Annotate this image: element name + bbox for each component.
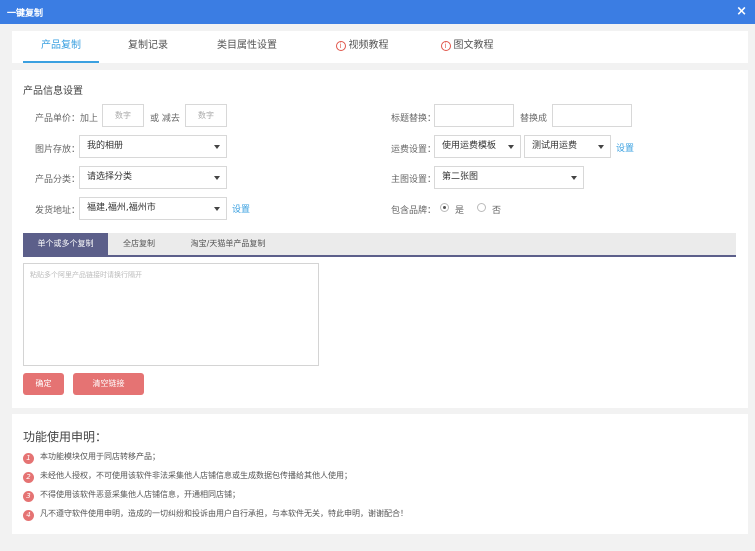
- notice-item: 2 未经他人授权，不可使用该软件非法采集他人店铺信息或生成数据包传播给其他人使用；: [23, 470, 352, 483]
- price-label: 产品单价：加上: [35, 114, 99, 124]
- brand-yes-label: 是: [455, 206, 465, 216]
- price-add-input[interactable]: 数字: [102, 104, 144, 127]
- number-badge-icon: 4: [23, 510, 34, 521]
- section-title: 产品信息设置: [23, 86, 83, 97]
- chevron-down-icon: [598, 145, 604, 149]
- main-tabs: 产品复制 复制记录 类目属性设置 i 视频教程 i 图文教程: [12, 31, 748, 63]
- tab-text-tutorial[interactable]: i 图文教程: [427, 31, 507, 63]
- notice-item: 4 凡不遵守软件使用申明，造成的一切纠纷和投诉由用户自行承担，与本软件无关，特此申…: [23, 508, 408, 521]
- title-replace-with-label: 替换成: [520, 114, 548, 124]
- title-replace-label: 标题替换：: [391, 114, 437, 124]
- freight-label: 运费设置：: [391, 145, 437, 155]
- title-replace-to-input[interactable]: [552, 104, 632, 127]
- chevron-down-icon: [508, 145, 514, 149]
- close-icon[interactable]: ×: [736, 4, 747, 19]
- image-store-select[interactable]: 我的相册: [79, 135, 227, 158]
- notice-item: 3 不得使用该软件恶意采集他人店铺信息，开通相同店铺；: [23, 489, 240, 502]
- include-brand-label: 包含品牌：: [391, 206, 437, 216]
- number-badge-icon: 3: [23, 491, 34, 502]
- info-icon: i: [440, 41, 451, 51]
- chevron-down-icon: [214, 145, 220, 149]
- ship-address-settings-link[interactable]: 设置: [232, 202, 250, 215]
- clear-links-button[interactable]: 清空链接: [73, 373, 144, 395]
- tab-taobao-tmall-copy[interactable]: 淘宝/天猫单产品复制: [173, 233, 283, 255]
- chevron-down-icon: [214, 176, 220, 180]
- category-label: 产品分类：: [35, 175, 81, 185]
- price-minus-input[interactable]: 数字: [185, 104, 227, 127]
- window-title: 一键复制: [7, 9, 44, 19]
- ship-address-label: 发货地址：: [35, 206, 81, 216]
- number-badge-icon: 2: [23, 472, 34, 483]
- freight-settings-link[interactable]: 设置: [616, 141, 634, 154]
- chevron-down-icon: [571, 176, 577, 180]
- tab-single-multi-copy[interactable]: 单个或多个复制: [23, 233, 108, 255]
- copy-mode-tabs: 单个或多个复制 全店复制 淘宝/天猫单产品复制: [23, 233, 736, 257]
- notice-item: 1 本功能模块仅用于同店转移产品；: [23, 451, 160, 464]
- image-store-label: 图片存放：: [35, 145, 81, 155]
- freight-template-select[interactable]: 使用运费模板: [434, 135, 521, 158]
- tab-copy-records[interactable]: 复制记录: [110, 31, 186, 63]
- tab-product-copy[interactable]: 产品复制: [23, 31, 99, 63]
- info-icon: i: [335, 41, 346, 51]
- ship-address-select[interactable]: 福建,福州,福州市: [79, 197, 227, 220]
- price-or-minus-label: 或 减去: [150, 114, 180, 124]
- product-links-textarea[interactable]: 粘贴多个阿里产品链接时请换行隔开: [23, 263, 319, 366]
- usage-notice-panel: 功能使用申明： 1 本功能模块仅用于同店转移产品； 2 未经他人授权，不可使用该软件…: [12, 414, 748, 534]
- chevron-down-icon: [214, 207, 220, 211]
- freight-value-select[interactable]: 测试用运费: [524, 135, 611, 158]
- category-select[interactable]: 请选择分类: [79, 166, 227, 189]
- number-badge-icon: 1: [23, 453, 34, 464]
- main-image-label: 主图设置：: [391, 175, 437, 185]
- product-settings-panel: 产品信息设置 产品单价：加上 数字 或 减去 数字 图片存放： 我的相册 产品分…: [12, 70, 748, 408]
- brand-yes-radio[interactable]: [440, 203, 449, 212]
- brand-no-label: 否: [492, 206, 502, 216]
- title-replace-from-input[interactable]: [434, 104, 514, 127]
- confirm-button[interactable]: 确定: [23, 373, 64, 395]
- main-image-select[interactable]: 第二张图: [434, 166, 584, 189]
- notice-title: 功能使用申明：: [23, 430, 108, 444]
- tab-whole-store-copy[interactable]: 全店复制: [108, 233, 170, 255]
- window-titlebar: 一键复制 ×: [0, 0, 755, 24]
- brand-no-radio[interactable]: [477, 203, 486, 212]
- tab-category-attributes[interactable]: 类目属性设置: [205, 31, 289, 63]
- tab-video-tutorial[interactable]: i 视频教程: [322, 31, 402, 63]
